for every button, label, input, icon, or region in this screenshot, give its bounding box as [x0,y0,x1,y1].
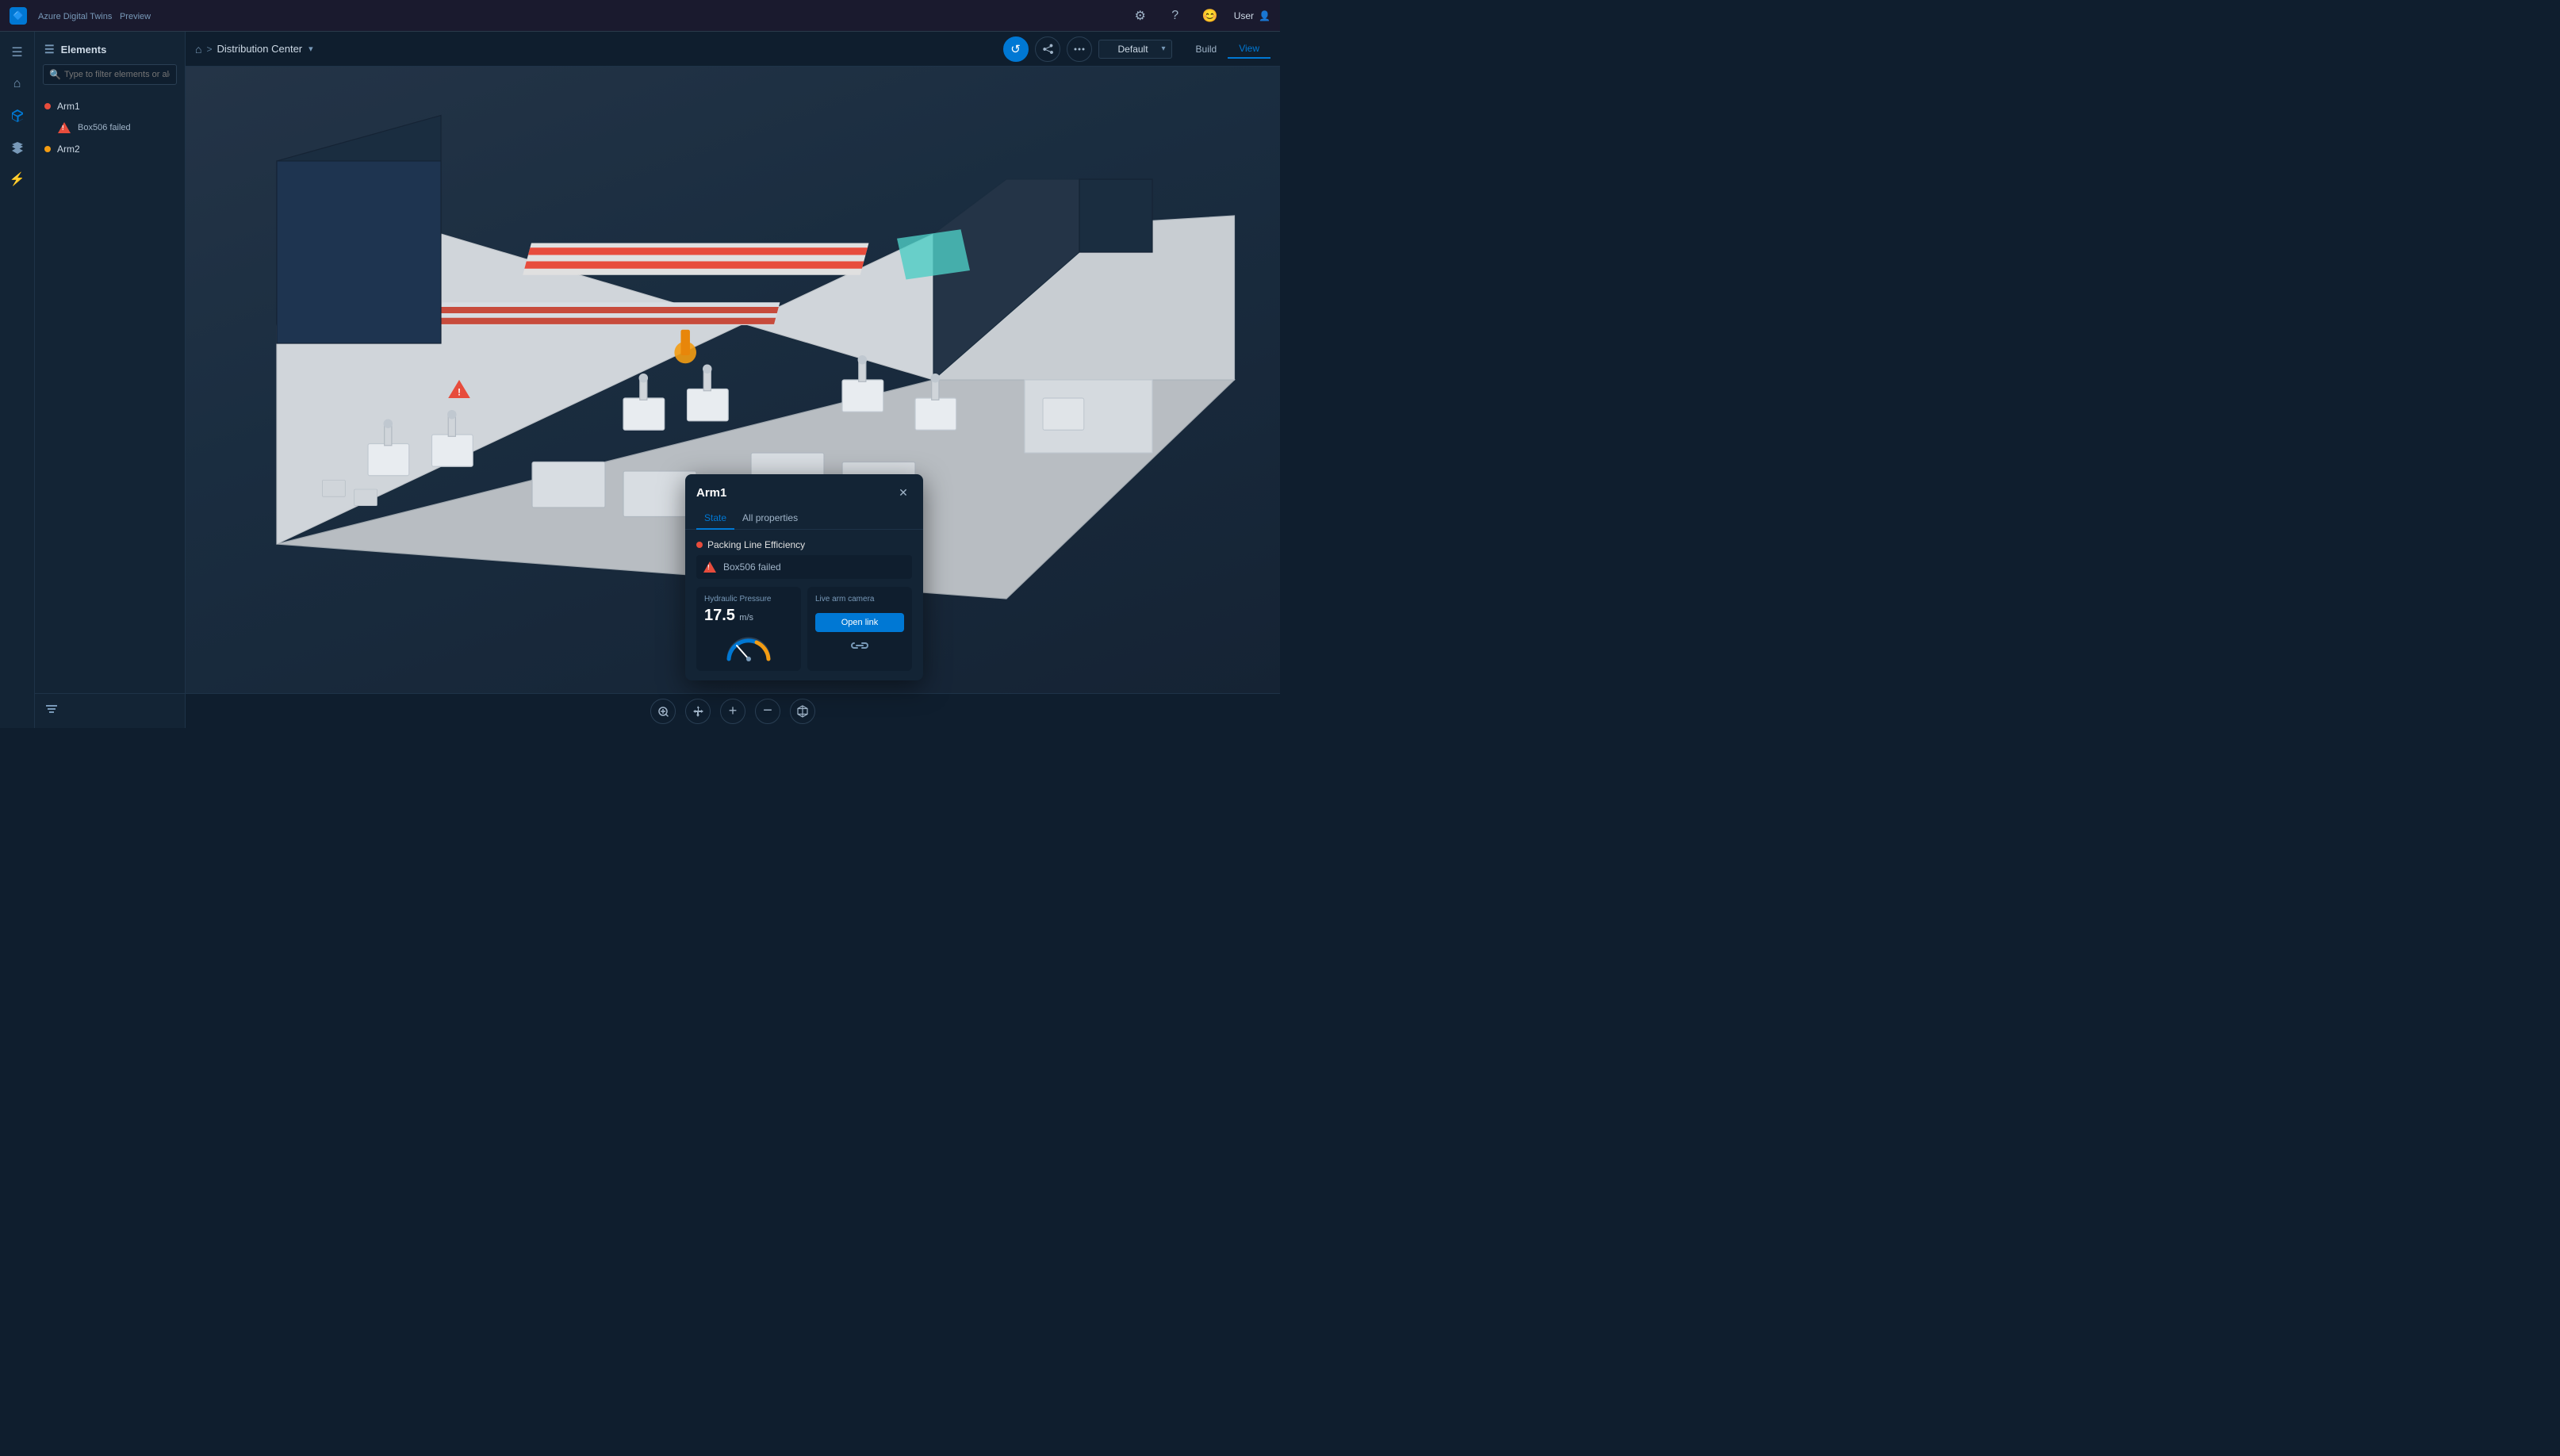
breadcrumb: ⌂ > Distribution Center ▾ [195,43,313,56]
list-item-box506[interactable]: Box506 failed [35,117,185,139]
open-link-button[interactable]: Open link [815,613,904,632]
hydraulic-value: 17.5 [704,607,735,624]
viewport-bottombar: + − [186,693,1280,728]
live-camera-card: Live arm camera Open link [807,587,912,671]
link-chain-icon [815,638,904,653]
box506-label: Box506 failed [78,123,131,132]
camera-label: Live arm camera [815,595,874,603]
section-title-text: Packing Line Efficiency [707,539,805,550]
main-viewport: ⌂ > Distribution Center ▾ ↺ [186,32,1280,728]
help-icon-btn[interactable]: ? [1164,5,1186,27]
zoom-out-button[interactable]: − [755,699,780,724]
elements-search-input[interactable] [43,64,177,85]
list-item-arm1[interactable]: Arm1 [35,96,185,117]
app-title: Azure Digital Twins Preview [33,10,151,21]
zoom-fit-button[interactable] [650,699,676,724]
elements-search-area: 🔍 [35,64,185,93]
popup-close-button[interactable]: ✕ [895,484,912,501]
popup-section-title: Packing Line Efficiency [696,539,912,550]
pressure-gauge-svg [721,631,776,663]
elements-header: ☰ Elements [35,32,185,64]
hydraulic-pressure-card: Hydraulic Pressure 17.5 m/s [696,587,801,671]
filter-icon-btn[interactable] [44,706,59,719]
app-icon: 🔷 [10,7,27,25]
arm1-popup: Arm1 ✕ State All properties Packing Line… [685,474,923,680]
top-navigation: 🔷 Azure Digital Twins Preview ⚙ ? 😊 User… [0,0,1280,32]
elements-panel: ☰ Elements 🔍 Arm1 Box506 failed [35,32,186,728]
svg-text:!: ! [458,389,461,398]
box506-alert-icon [57,121,71,135]
home-breadcrumb-icon[interactable]: ⌂ [195,43,201,56]
view-button[interactable]: View [1228,40,1270,59]
sidebar-item-home[interactable]: ⌂ [3,70,32,98]
main-layout: ☰ ⌂ ⚡ ☰ Elements 🔍 [0,32,1280,728]
user-emoji-icon: 😊 [1199,5,1221,27]
build-view-toggle: Build View [1185,40,1270,59]
popup-tabs: State All properties [685,508,923,530]
hydraulic-label: Hydraulic Pressure [704,595,793,603]
sidebar-item-layers[interactable] [3,133,32,162]
popup-title: Arm1 [696,486,726,500]
arm1-label: Arm1 [57,101,80,112]
breadcrumb-page-name[interactable]: Distribution Center [217,43,302,55]
popup-header: Arm1 ✕ [685,474,923,508]
environment-dropdown[interactable]: Default [1098,40,1172,59]
share-button[interactable] [1035,36,1060,62]
hydraulic-unit: m/s [739,613,753,623]
arm2-status-dot [44,146,51,152]
topbar-actions: ↺ [1003,36,1270,62]
options-button[interactable] [1067,36,1092,62]
arm1-status-dot [44,103,51,109]
gauge-wrap [704,631,793,663]
sidebar-item-menu[interactable]: ☰ [3,38,32,67]
list-item-arm2[interactable]: Arm2 [35,139,185,159]
popup-alert-text: Box506 failed [723,561,781,573]
popup-cards: Hydraulic Pressure 17.5 m/s [696,587,912,671]
user-name-label: User [1234,10,1254,21]
elements-title: Elements [61,44,107,56]
zoom-in-button[interactable]: + [720,699,745,724]
environment-selector: Default ▾ [1098,40,1172,59]
sidebar-item-3d[interactable] [3,102,32,130]
popup-alert-icon [703,560,717,574]
breadcrumb-chevron-icon[interactable]: ▾ [309,44,313,54]
move-tool-button[interactable] [685,699,711,724]
breadcrumb-sep: > [206,44,212,55]
elements-list: Arm1 Box506 failed Arm2 [35,93,185,693]
viewport-topbar: ⌂ > Distribution Center ▾ ↺ [186,32,1280,67]
elements-header-icon: ☰ [44,43,55,56]
top-nav-right: ⚙ ? 😊 User 👤 [1129,5,1270,27]
cube-view-button[interactable] [790,699,815,724]
popup-tab-properties[interactable]: All properties [734,508,806,530]
arm2-label: Arm2 [57,144,80,155]
sidebar-item-alerts[interactable]: ⚡ [3,165,32,193]
user-account-icon: 👤 [1259,10,1270,21]
popup-alert-row: Box506 failed [696,555,912,579]
refresh-button[interactable]: ↺ [1003,36,1029,62]
hydraulic-value-row: 17.5 m/s [704,607,793,625]
icon-sidebar: ☰ ⌂ ⚡ [0,32,35,728]
popup-tab-state[interactable]: State [696,508,734,530]
elements-panel-bottom [35,693,185,728]
settings-icon-btn[interactable]: ⚙ [1129,5,1152,27]
build-button[interactable]: Build [1185,40,1228,59]
user-area[interactable]: User 👤 [1234,10,1270,21]
section-red-dot [696,542,703,548]
search-icon: 🔍 [49,69,61,80]
popup-body: Packing Line Efficiency Box506 failed Hy… [685,530,923,680]
